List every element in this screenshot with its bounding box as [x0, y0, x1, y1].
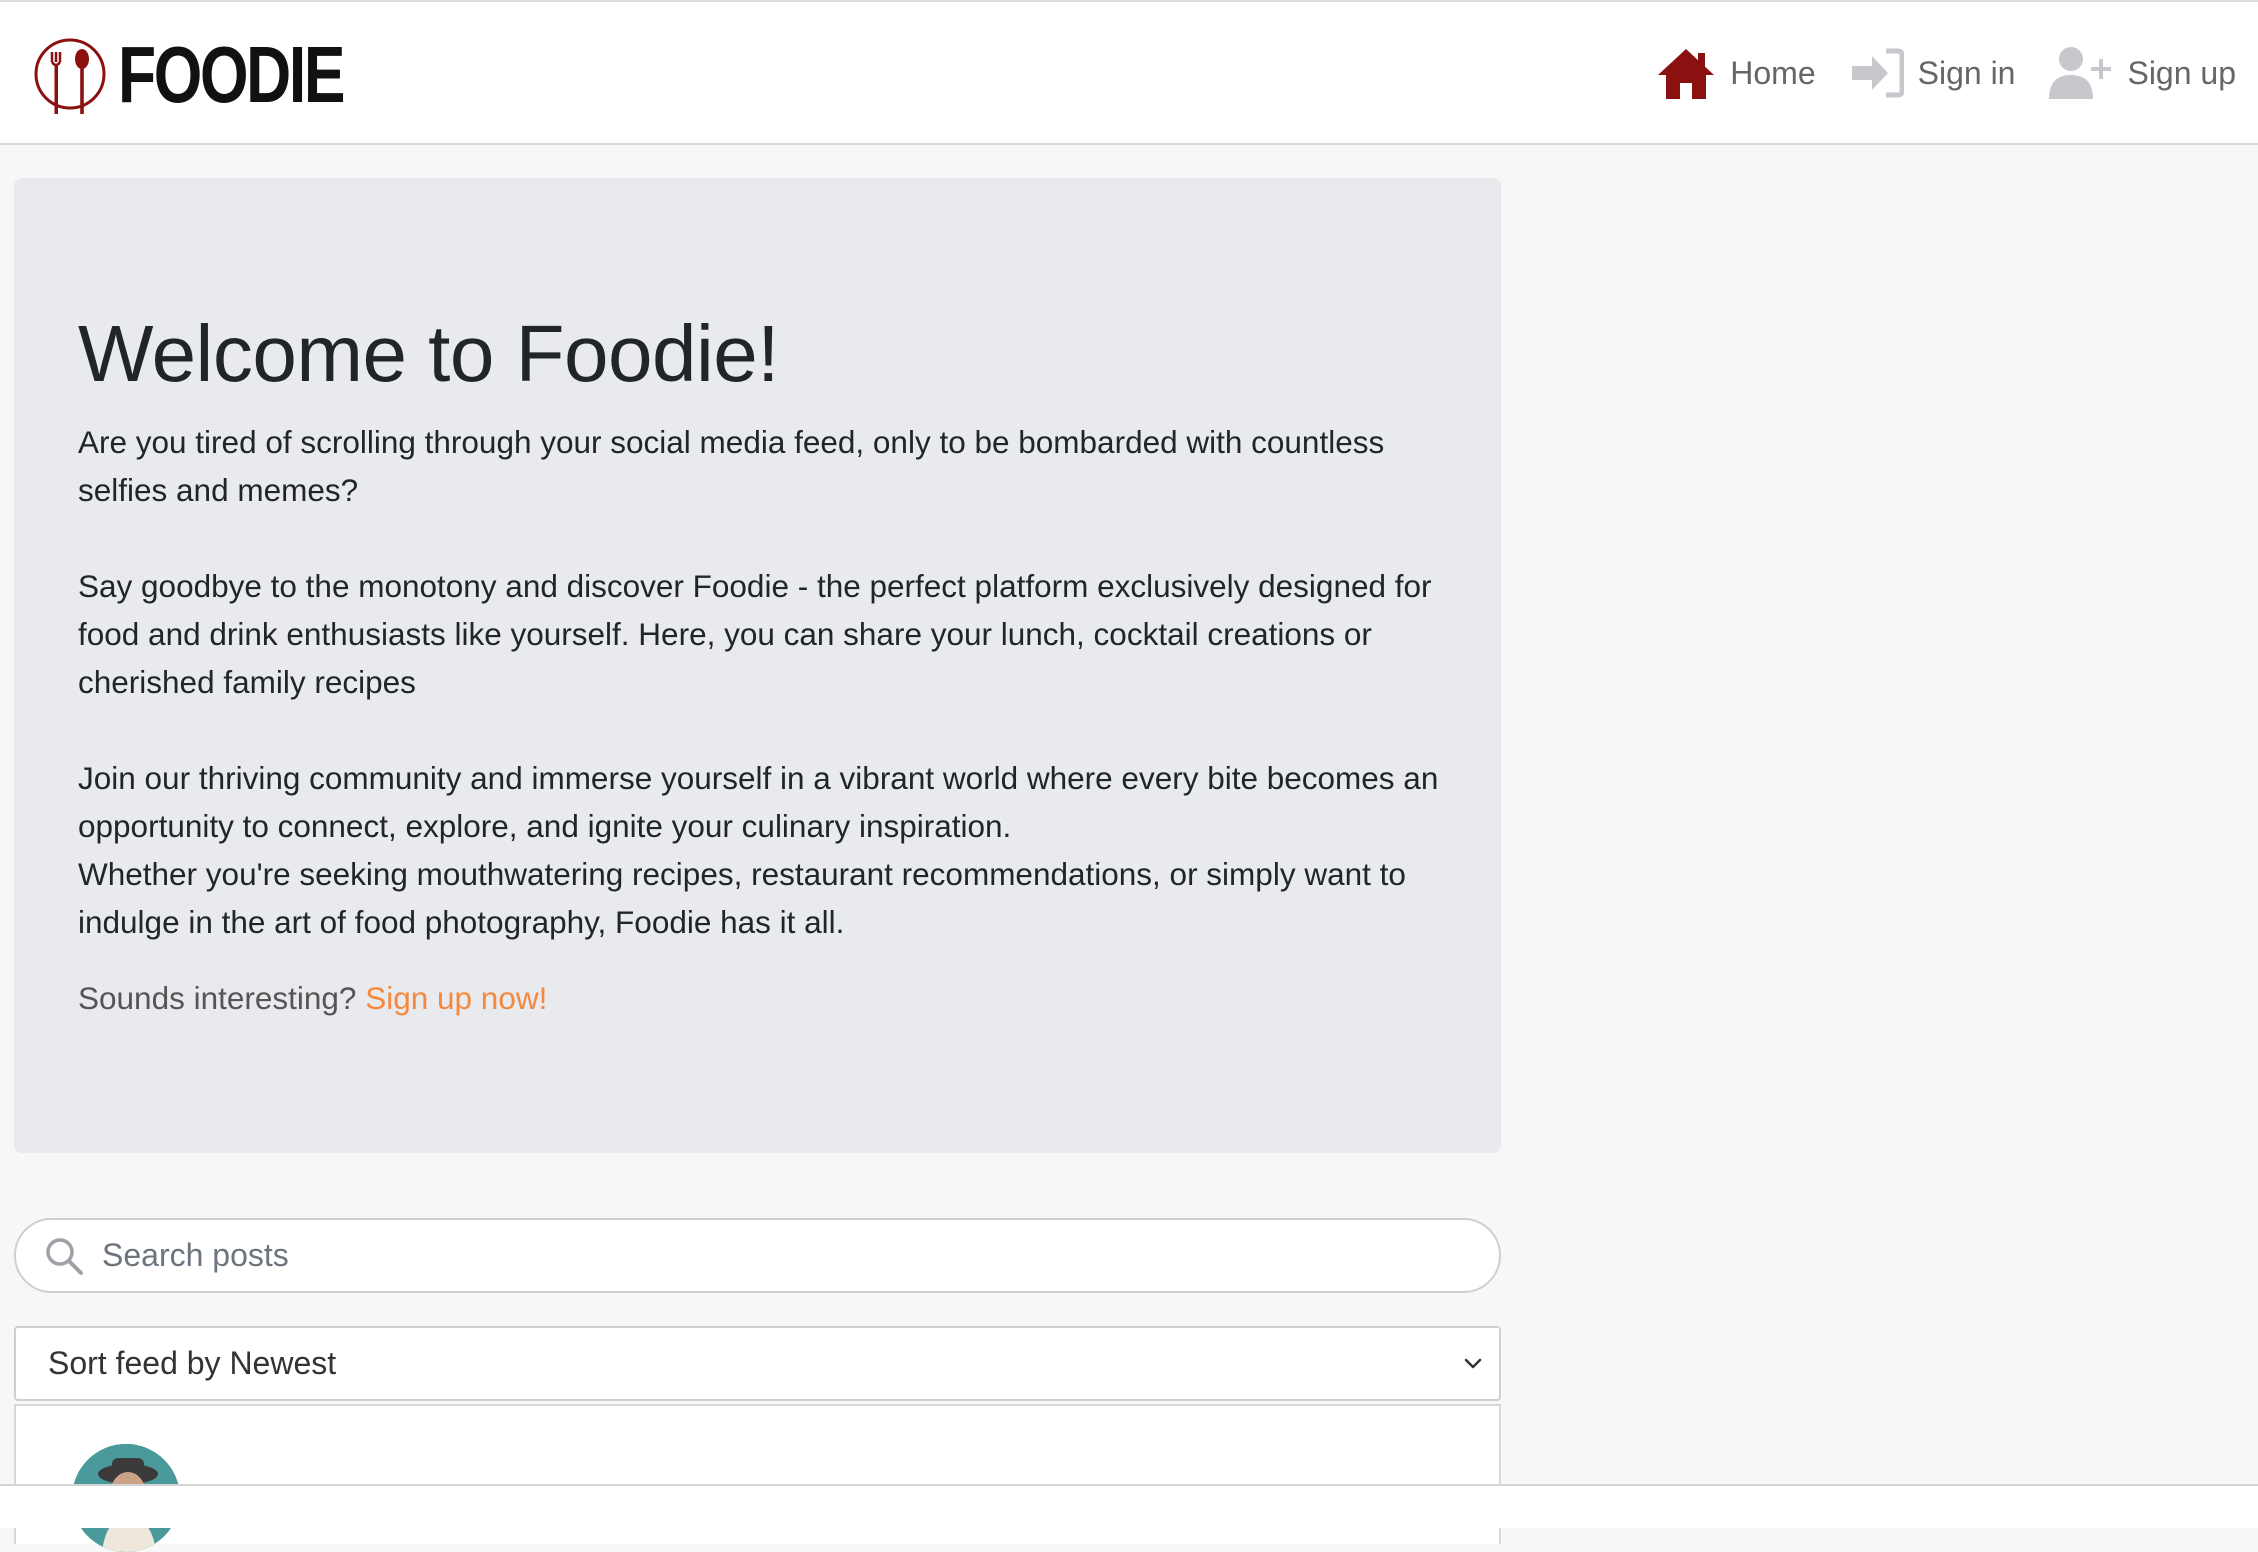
intro-paragraph: Are you tired of scrolling through your … [78, 424, 1385, 508]
brand-name: FOODIE [118, 30, 346, 119]
search-bar [14, 1218, 1501, 1293]
nav-links: Home Sign in Sign up [1622, 42, 2236, 104]
nav-home-link[interactable]: Home [1656, 45, 1816, 101]
nav-sign-in-label: Sign in [1917, 54, 2016, 91]
nav-sign-up-label: Sign up [2127, 54, 2236, 91]
sort-selected-value: Sort feed by Newest [48, 1345, 337, 1381]
bottom-bar [0, 1484, 2258, 1528]
page-title: Welcome to Foodie! [78, 309, 779, 398]
chevron-down-icon [1464, 1358, 1482, 1369]
signup-cta: Sounds interesting? Sign up now! [78, 974, 547, 1022]
cta-prefix: Sounds interesting? [78, 980, 357, 1016]
community-text: Join our thriving community and immerse … [78, 760, 1439, 844]
user-plus-icon [2049, 45, 2113, 101]
brand-home-link[interactable]: FOODIE [32, 30, 407, 120]
welcome-jumbotron: Welcome to Foodie! Are you tired of scro… [14, 178, 1501, 1153]
sort-feed-select[interactable]: Sort feed by Newest [14, 1326, 1501, 1401]
nav-sign-up-link[interactable]: Sign up [2049, 45, 2236, 101]
sign-up-now-link[interactable]: Sign up now! [365, 980, 547, 1016]
sign-in-icon [1850, 48, 1904, 98]
fork-spoon-logo-icon [34, 38, 106, 114]
nav-home-label: Home [1730, 54, 1816, 91]
search-icon [44, 1235, 86, 1277]
community-paragraph: Join our thriving community and immerse … [78, 754, 1458, 946]
search-input[interactable] [100, 1236, 1460, 1275]
features-text: Whether you're seeking mouthwatering rec… [78, 856, 1406, 940]
top-navbar: FOODIE Home Sign in Sign up [0, 0, 2258, 145]
nav-sign-in-link[interactable]: Sign in [1850, 48, 2016, 98]
home-icon [1656, 45, 1716, 101]
platform-paragraph: Say goodbye to the monotony and discover… [78, 568, 1432, 700]
